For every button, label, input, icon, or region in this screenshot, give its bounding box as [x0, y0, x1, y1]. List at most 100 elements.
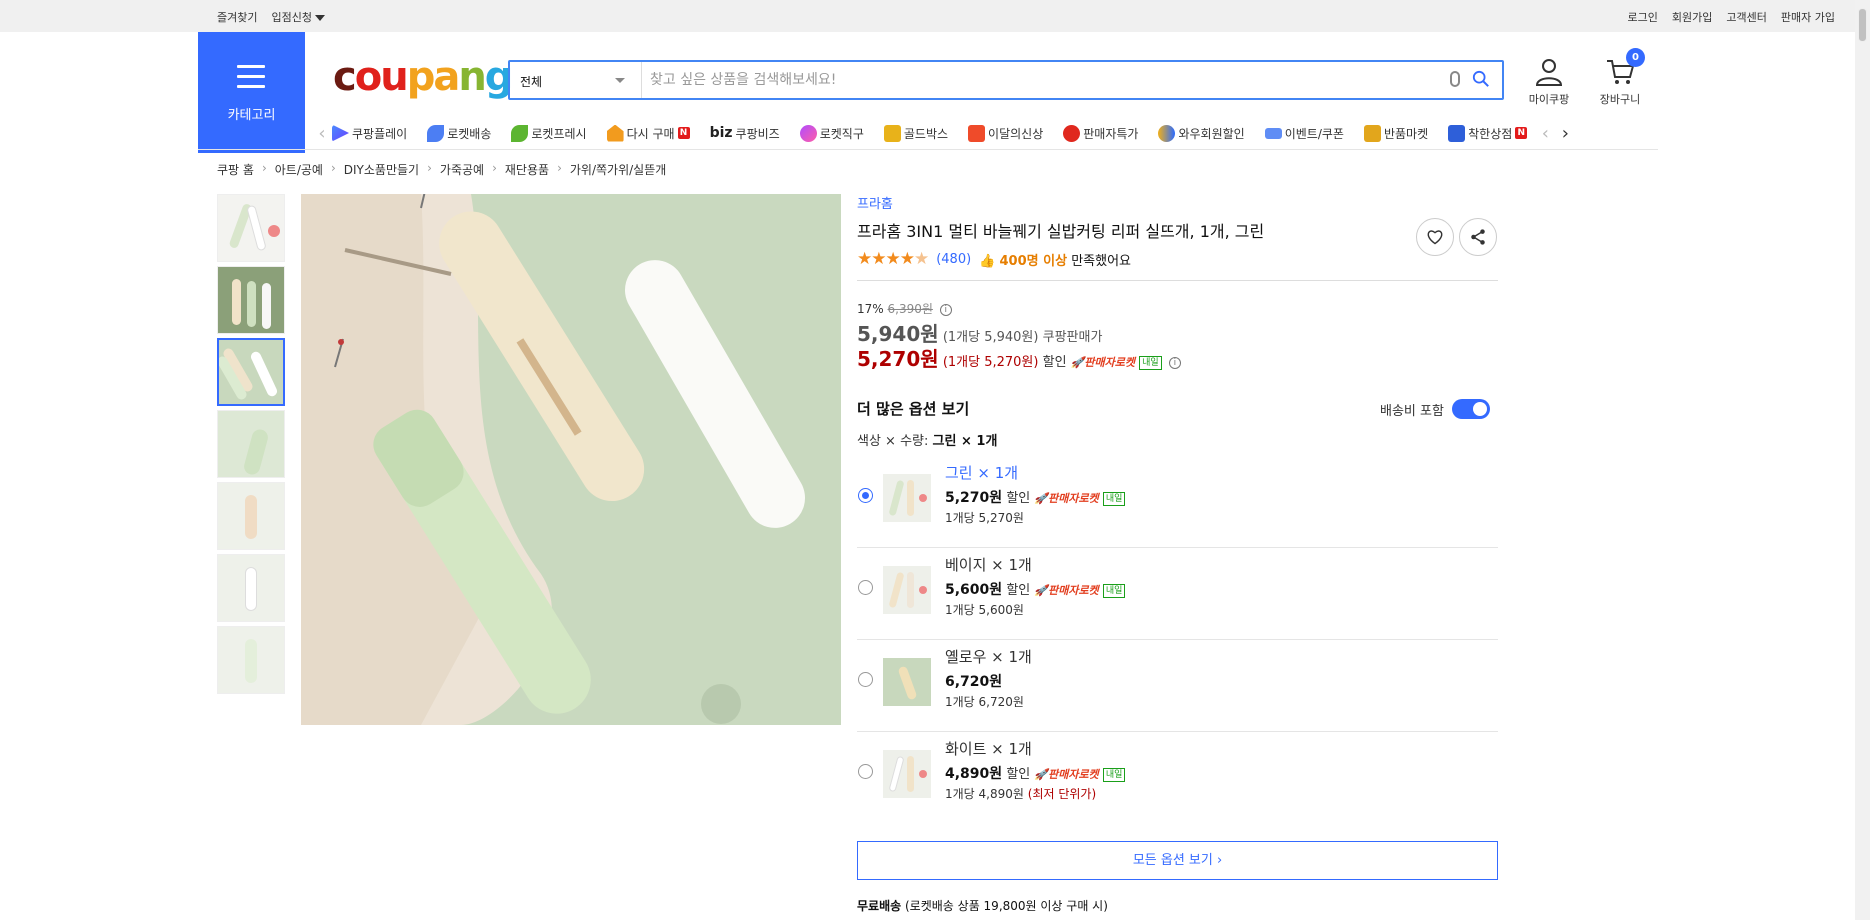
breadcrumb-item[interactable]: 아트/공예 — [275, 161, 323, 178]
nav-item-label: 쿠팡비즈 — [735, 126, 780, 141]
info-icon[interactable]: i — [1168, 356, 1181, 369]
option-item[interactable]: 옐로우 × 1개 6,720원 1개당 6,720원 — [857, 640, 1498, 732]
nav-item-new-arrivals[interactable]: 이달의신상 — [968, 124, 1044, 142]
my-coupang-button[interactable]: 마이쿠팡 — [1523, 57, 1575, 107]
product-thumbnail[interactable] — [217, 266, 285, 334]
option-radio[interactable] — [858, 672, 873, 687]
product-thumbnail[interactable] — [217, 482, 285, 550]
nav-prev-arrow-icon[interactable]: ‹ — [312, 123, 332, 144]
nav-item-rocket-global[interactable]: 로켓직구 — [799, 124, 864, 142]
apply-label: 입점신청 — [271, 11, 312, 24]
tomorrow-badge: 내일 — [1102, 491, 1126, 506]
brand-link[interactable]: 프라홈 — [857, 193, 893, 212]
satisfaction-text: 👍 400명 이상 만족했어요 — [979, 250, 1131, 269]
option-name: 옐로우 × 1개 — [945, 648, 1032, 666]
option-radio-selected[interactable] — [858, 488, 873, 503]
search-input[interactable] — [650, 68, 1430, 92]
lowest-unit-price-badge: (최저 단위가) — [1027, 787, 1097, 801]
option-radio[interactable] — [858, 764, 873, 779]
view-all-options-button[interactable]: 모든 옵션 보기 › — [857, 841, 1498, 880]
search-bar: 전체 — [508, 60, 1504, 100]
breadcrumb-item[interactable]: DIY소품만들기 — [344, 161, 419, 178]
info-icon[interactable]: i — [939, 303, 952, 316]
caret-down-icon — [314, 15, 325, 21]
scrollbar-thumb[interactable] — [1858, 8, 1867, 42]
nav-item-rocket-fresh[interactable]: 로켓프레시 — [511, 124, 587, 142]
my-coupang-label: 마이쿠팡 — [1528, 93, 1570, 106]
login-link[interactable]: 로그인 — [1628, 9, 1658, 25]
cart-button[interactable]: 0 장바구니 — [1594, 48, 1646, 107]
seller-rocket-badge: 🚀판매자로켓 — [1034, 492, 1099, 505]
option-unit-price-row: 1개당 4,890원 (최저 단위가) — [945, 785, 1096, 802]
wishlist-button[interactable] — [1416, 218, 1454, 256]
apply-link[interactable]: 입점신청 — [271, 9, 325, 25]
logo-part: ou — [354, 54, 409, 100]
play-icon — [332, 124, 349, 142]
nav-item-wow-discount[interactable]: 와우회원할인 — [1158, 124, 1245, 142]
breadcrumb-item[interactable]: 가죽공예 — [440, 161, 484, 178]
option-radio[interactable] — [858, 580, 873, 595]
shipping-include-toggle-row: 배송비 포함 — [1380, 399, 1490, 419]
product-thumbnail[interactable] — [217, 410, 285, 478]
main-product-image[interactable] — [301, 194, 841, 725]
category-menu-button[interactable]: 카테고리 — [198, 32, 305, 153]
rocket-icon — [427, 124, 445, 142]
nav-item-rebuy[interactable]: 다시 구매 N — [606, 124, 690, 142]
nav-item-goldbox[interactable]: 골드박스 — [883, 124, 948, 142]
coupang-logo[interactable]: coupang — [333, 54, 513, 100]
scrollbar[interactable] — [1855, 0, 1870, 920]
nav-item-coupang-play[interactable]: 쿠팡플레이 — [332, 124, 407, 142]
nav-item-label: 이달의신상 — [988, 126, 1044, 141]
category-label: 카테고리 — [227, 108, 276, 123]
nav-next-arrow-icon[interactable]: › — [1555, 123, 1575, 144]
nav-item-coupang-biz[interactable]: biz 쿠팡비즈 — [710, 125, 780, 142]
option-name: 그린 × 1개 — [945, 464, 1019, 482]
rocket-fresh-icon — [511, 124, 529, 142]
signup-link[interactable]: 회원가입 — [1672, 9, 1712, 25]
option-item[interactable]: 베이지 × 1개 5,600원 할인 🚀판매자로켓 내일 1개당 5,600원 — [857, 548, 1498, 640]
seller-signup-link[interactable]: 판매자 가입 — [1781, 9, 1835, 25]
nav-item-label: 반품마켓 — [1383, 126, 1429, 141]
nav-item-events[interactable]: 이벤트/쿠폰 — [1264, 125, 1344, 142]
search-category-select[interactable]: 전체 — [510, 62, 642, 98]
search-icon[interactable] — [1472, 70, 1490, 88]
nav-item-seller-deals[interactable]: 판매자특가 — [1063, 124, 1138, 142]
option-thumbnail — [883, 750, 931, 798]
support-link[interactable]: 고객센터 — [1726, 9, 1766, 25]
product-thumbnail[interactable] — [217, 554, 285, 622]
nav-item-rocket-delivery[interactable]: 로켓배송 — [427, 124, 491, 142]
product-title: 프라홈 3IN1 멀티 바늘꿰기 실밥커팅 리퍼 실뜨개, 1개, 그린 — [857, 222, 1265, 241]
option-price-row: 5,270원 할인 🚀판매자로켓 내일 — [945, 487, 1126, 507]
product-thumbnail-selected[interactable] — [217, 338, 285, 406]
heart-icon — [1427, 230, 1443, 245]
product-thumbnail[interactable] — [217, 626, 285, 694]
nav-item-label: 착한상점 — [1468, 126, 1513, 141]
new-badge: N — [677, 127, 690, 139]
option-selection: 색상 × 수량: 그린 × 1개 — [857, 430, 997, 449]
sale-unit-price: (1개당 5,270원) — [942, 355, 1039, 370]
share-button[interactable] — [1459, 218, 1497, 256]
review-count-link[interactable]: (480) — [936, 252, 971, 267]
shipping-include-toggle[interactable] — [1451, 399, 1490, 419]
thumbnail-list — [217, 194, 285, 698]
breadcrumb-item[interactable]: 쿠팡 홈 — [217, 161, 254, 178]
breadcrumb-item[interactable]: 재단용품 — [505, 161, 549, 178]
breadcrumb-item[interactable]: 가위/쪽가위/실뜯개 — [570, 161, 666, 178]
hamburger-icon — [237, 65, 265, 95]
sale-price: 5,270원 — [857, 347, 939, 371]
option-item[interactable]: 그린 × 1개 5,270원 할인 🚀판매자로켓 내일 1개당 5,270원 — [857, 456, 1498, 548]
bookmark-link[interactable]: 즐겨찾기 — [217, 9, 257, 25]
option-item[interactable]: 화이트 × 1개 4,890원 할인 🚀판매자로켓 내일 1개당 4,890원 … — [857, 732, 1498, 824]
option-discount-label: 할인 — [1006, 583, 1031, 598]
shopping-bag-icon — [968, 124, 986, 142]
nav-item-good-store[interactable]: 착한상점 N — [1448, 124, 1528, 142]
nav-prev-arrow-icon[interactable]: ‹ — [1535, 123, 1555, 144]
nav-item-label: 로켓프레시 — [531, 126, 587, 141]
option-name: 베이지 × 1개 — [945, 556, 1032, 574]
option-name: 화이트 × 1개 — [945, 740, 1032, 758]
nav-item-return-market[interactable]: 반품마켓 — [1363, 124, 1429, 142]
dropdown-arrow-icon — [615, 78, 625, 83]
logo-part: n — [458, 54, 487, 100]
microphone-icon[interactable] — [1450, 71, 1460, 87]
product-thumbnail[interactable] — [217, 194, 285, 262]
